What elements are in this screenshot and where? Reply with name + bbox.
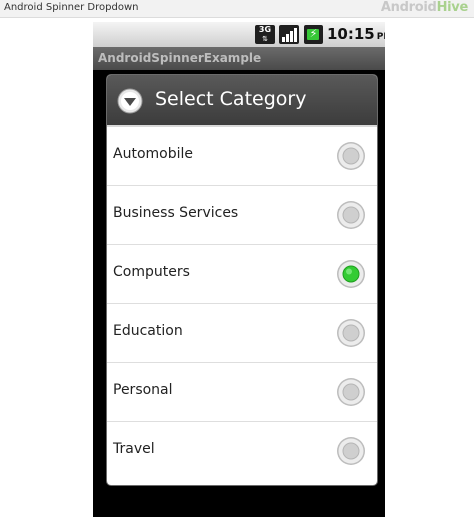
- radio-selected-icon[interactable]: [336, 259, 366, 289]
- option-label: Personal: [113, 382, 173, 398]
- category-selection-dialog: Select Category Automobile Business Serv…: [107, 75, 377, 485]
- signal-strength-icon: [279, 25, 299, 44]
- category-options-list: Automobile Business Services Computers E…: [107, 127, 377, 480]
- network-badge-label: 3G: [258, 25, 272, 34]
- option-computers[interactable]: Computers: [107, 245, 377, 304]
- option-automobile[interactable]: Automobile: [107, 127, 377, 186]
- image-caption-bar: Android Spinner Dropdown AndroidHive: [0, 0, 474, 18]
- radio-unselected-icon[interactable]: [336, 377, 366, 407]
- option-business-services[interactable]: Business Services: [107, 186, 377, 245]
- radio-unselected-icon[interactable]: [336, 436, 366, 466]
- data-arrows-icon: ⇅: [262, 35, 268, 43]
- option-label: Automobile: [113, 146, 193, 162]
- radio-unselected-icon[interactable]: [336, 141, 366, 171]
- option-label: Business Services: [113, 205, 239, 221]
- androidhive-watermark: AndroidHive: [381, 0, 468, 15]
- option-education[interactable]: Education: [107, 304, 377, 363]
- clock: 10:15PM: [327, 25, 385, 43]
- option-label: Computers: [113, 264, 190, 280]
- caption-title: Android Spinner Dropdown: [4, 2, 139, 13]
- clock-time: 10:15: [327, 25, 375, 43]
- battery-charging-icon: ⚡: [304, 25, 323, 44]
- dialog-title: Select Category: [155, 88, 307, 110]
- network-3g-icon: 3G ⇅: [255, 25, 275, 44]
- dialog-header: Select Category: [107, 75, 377, 127]
- option-travel[interactable]: Travel: [107, 422, 377, 480]
- radio-unselected-icon[interactable]: [336, 318, 366, 348]
- option-label: Education: [113, 323, 183, 339]
- watermark-part-2: Hive: [436, 0, 469, 15]
- app-title-bar: AndroidSpinnerExample: [93, 47, 385, 70]
- phone-screen: 3G ⇅ ⚡ 10:15PM AndroidSpinnerExample Sel…: [93, 22, 385, 517]
- status-bar: 3G ⇅ ⚡ 10:15PM: [93, 22, 385, 47]
- radio-unselected-icon[interactable]: [336, 200, 366, 230]
- app-title: AndroidSpinnerExample: [98, 51, 262, 65]
- dropdown-circle-icon: [117, 88, 143, 114]
- clock-meridiem: PM: [376, 32, 385, 42]
- watermark-part-1: Android: [380, 0, 437, 15]
- option-personal[interactable]: Personal: [107, 363, 377, 422]
- option-label: Travel: [113, 441, 155, 457]
